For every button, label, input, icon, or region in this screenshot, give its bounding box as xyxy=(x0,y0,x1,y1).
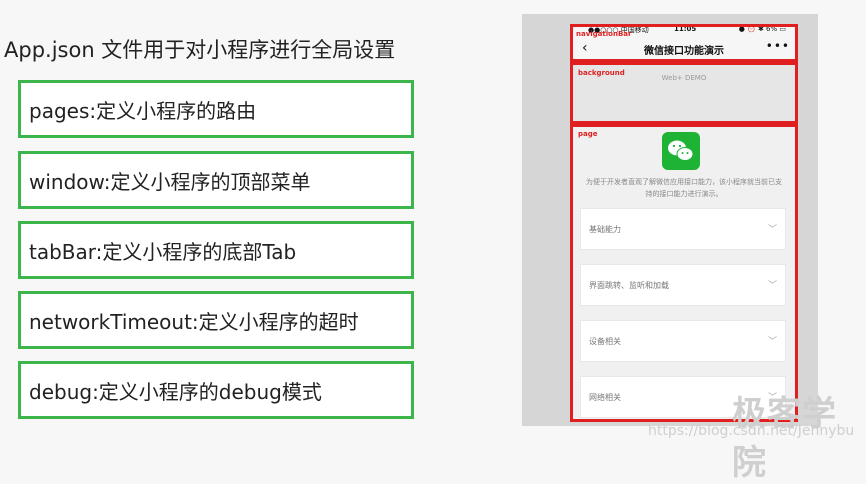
config-item-tabbar: tabBar:定义小程序的底部Tab xyxy=(18,221,414,279)
config-item-label: debug:定义小程序的debug模式 xyxy=(29,379,322,404)
config-item-pages: pages:定义小程序的路由 xyxy=(18,80,414,138)
watermark-url: https://blog.csdn.net/Jennybu xyxy=(648,423,855,439)
config-item-label: tabBar:定义小程序的底部Tab xyxy=(29,239,297,264)
background-label: background xyxy=(578,69,625,77)
config-item-window: window:定义小程序的顶部菜单 xyxy=(18,151,414,209)
config-item-label: window:定义小程序的顶部菜单 xyxy=(29,169,311,194)
navigation-bar-label: navigationBar xyxy=(576,30,632,38)
config-item-label: networkTimeout:定义小程序的超时 xyxy=(29,309,359,334)
config-item-label: pages:定义小程序的路由 xyxy=(29,98,257,123)
phone-screenshot: ●●○○○ 中国移动 11:05 ● ⏰ ✱ 6% ▭ ‹ 微信接口功能演示 •… xyxy=(522,14,818,426)
page-label: page xyxy=(578,130,598,138)
slide-title: App.json 文件用于对小程序进行全局设置 xyxy=(4,38,396,62)
config-item-debug: debug:定义小程序的debug模式 xyxy=(18,361,414,419)
page-frame xyxy=(570,124,798,422)
phone-screen: ●●○○○ 中国移动 11:05 ● ⏰ ✱ 6% ▭ ‹ 微信接口功能演示 •… xyxy=(570,24,798,422)
config-item-networktimeout: networkTimeout:定义小程序的超时 xyxy=(18,291,414,349)
